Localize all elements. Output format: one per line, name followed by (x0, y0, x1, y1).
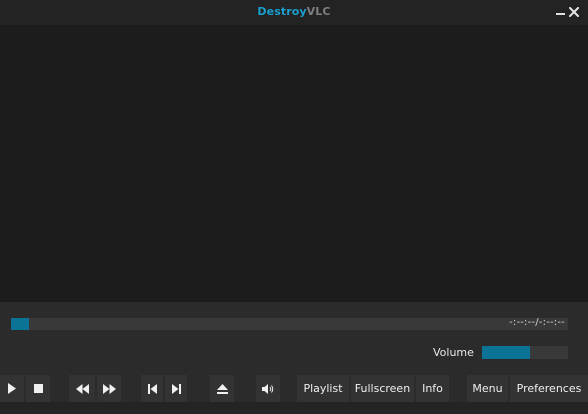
control-toolbar: Playlist Fullscreen Info Menu Preference… (0, 375, 588, 402)
volume-slider[interactable] (482, 346, 568, 359)
speaker-icon (262, 383, 274, 394)
stop-button[interactable] (26, 375, 50, 402)
minimize-button[interactable] (553, 5, 567, 19)
fullscreen-button[interactable]: Fullscreen (351, 375, 414, 402)
close-button[interactable] (567, 5, 581, 19)
play-icon (8, 383, 16, 394)
stop-icon (33, 384, 43, 393)
volume-level (482, 346, 531, 359)
video-area[interactable] (0, 25, 588, 302)
fast-forward-icon (102, 383, 116, 394)
seek-bar[interactable]: -:--:--/-:--:-- (11, 317, 568, 330)
eject-icon (216, 383, 228, 394)
bottom-strip (0, 402, 588, 414)
mute-button[interactable] (256, 375, 280, 402)
close-icon (569, 7, 579, 17)
fast-forward-button[interactable] (97, 375, 121, 402)
previous-button[interactable] (141, 375, 163, 402)
title-rest: VLC (306, 5, 331, 18)
volume-label: Volume (433, 346, 474, 359)
rewind-icon (75, 383, 89, 394)
window-title: DestroyVLC (0, 5, 588, 18)
title-bar[interactable]: DestroyVLC (0, 0, 588, 25)
rewind-button[interactable] (69, 375, 95, 402)
next-button[interactable] (165, 375, 187, 402)
preferences-button[interactable]: Preferences (510, 375, 588, 402)
menu-button[interactable]: Menu (467, 375, 508, 402)
next-icon (171, 383, 181, 394)
info-button[interactable]: Info (416, 375, 449, 402)
seek-progress (11, 318, 29, 330)
title-accent: Destroy (257, 5, 307, 18)
play-button[interactable] (0, 375, 24, 402)
playlist-button[interactable]: Playlist (297, 375, 349, 402)
previous-icon (147, 383, 157, 394)
destroyvlc-window: DestroyVLC -:--:--/-:--:-- Volume Playli… (0, 0, 588, 414)
time-display: -:--:--/-:--:-- (509, 317, 565, 328)
eject-button[interactable] (210, 375, 234, 402)
minimize-icon (555, 12, 565, 15)
